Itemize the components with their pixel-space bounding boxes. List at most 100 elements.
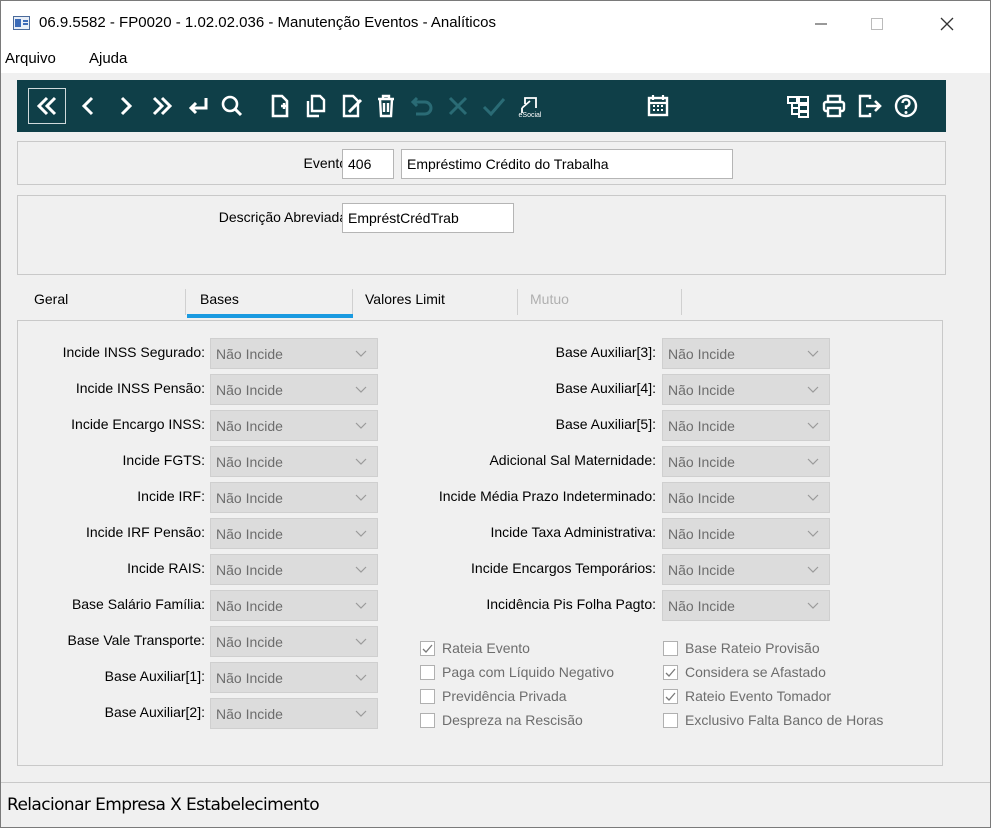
checkbox-box[interactable] (420, 689, 435, 704)
search-icon (221, 95, 243, 117)
chevron-down-icon (355, 350, 367, 357)
structure-icon (787, 96, 809, 118)
checkbox-box[interactable] (663, 713, 678, 728)
select-incide-taxa-administrativa[interactable]: Não Incide (662, 518, 830, 549)
field-label-base-auxiliar-5: Base Auxiliar[5]: (555, 416, 656, 432)
checkbox-base-rateio-provisao[interactable]: Base Rateio Provisão (663, 640, 923, 660)
minimize-icon (815, 23, 827, 25)
tab-mutuo[interactable]: Mutuo (530, 291, 569, 307)
new-button[interactable] (263, 89, 297, 123)
copy-button[interactable] (299, 89, 333, 123)
checkbox-considera-se-afastado[interactable]: Considera se Afastado (663, 664, 923, 684)
undo-button[interactable] (405, 89, 439, 123)
maximize-icon (871, 18, 883, 30)
checkbox-box[interactable] (420, 713, 435, 728)
checkbox-despreza-na-rescisao[interactable]: Despreza na Rescisão (420, 712, 680, 732)
checkbox-box[interactable] (663, 665, 678, 680)
select-adicional-sal-maternidade[interactable]: Não Incide (662, 446, 830, 477)
select-incide-irf[interactable]: Não Incide (210, 482, 378, 513)
checkbox-previdencia-privada[interactable]: Previdência Privada (420, 688, 680, 708)
field-label-incide-inss-pensao: Incide INSS Pensão: (75, 380, 205, 396)
exit-button[interactable] (853, 89, 887, 123)
print-button[interactable] (817, 89, 851, 123)
previous-button[interactable] (72, 89, 106, 123)
next-button[interactable] (108, 89, 142, 123)
checkbox-box[interactable] (663, 641, 678, 656)
maximize-button[interactable] (854, 1, 900, 47)
checkbox-paga-com-liquido-negativo[interactable]: Paga com Líquido Negativo (420, 664, 680, 684)
help-icon (894, 94, 918, 118)
calendar-button[interactable] (641, 89, 675, 123)
checkbox-box[interactable] (420, 665, 435, 680)
checkbox-exclusivo-falta-banco-de-horas[interactable]: Exclusivo Falta Banco de Horas (663, 712, 923, 732)
checkbox-label: Paga com Líquido Negativo (442, 664, 614, 680)
select-incide-rais[interactable]: Não Incide (210, 554, 378, 585)
checkbox-rateio-evento-tomador[interactable]: Rateio Evento Tomador (663, 688, 923, 708)
structure-button[interactable] (781, 89, 815, 123)
help-button[interactable] (889, 89, 923, 123)
return-button[interactable] (181, 89, 215, 123)
evento-name-field[interactable]: Empréstimo Crédito do Trabalha (401, 149, 733, 179)
select-value: Não Incide (668, 454, 735, 470)
confirm-button[interactable] (477, 89, 511, 123)
checkbox-label: Exclusivo Falta Banco de Horas (685, 712, 884, 728)
select-base-vale-transporte[interactable]: Não Incide (210, 626, 378, 657)
checkmark-icon (422, 644, 433, 653)
minimize-button[interactable] (798, 1, 844, 47)
delete-icon (378, 94, 394, 118)
select-value: Não Incide (668, 346, 735, 362)
confirm-icon (482, 98, 506, 117)
select-incide-encargos-temporarios[interactable]: Não Incide (662, 554, 830, 585)
checkbox-box[interactable] (420, 641, 435, 656)
status-bar: Relacionar Empresa X Estabelecimento (1, 782, 990, 827)
select-incidencia-pis-folha-pagto[interactable]: Não Incide (662, 590, 830, 621)
select-incide-encargo-inss[interactable]: Não Incide (210, 410, 378, 441)
select-base-auxiliar-4[interactable]: Não Incide (662, 374, 830, 405)
select-base-auxiliar-2[interactable]: Não Incide (210, 698, 378, 729)
select-value: Não Incide (216, 418, 283, 434)
tab-geral[interactable]: Geral (34, 291, 68, 307)
select-incide-inss-segurado[interactable]: Não Incide (210, 338, 378, 369)
evento-code-field[interactable]: 406 (342, 149, 394, 179)
select-base-auxiliar-5[interactable]: Não Incide (662, 410, 830, 441)
tab-valores-limit[interactable]: Valores Limit (365, 291, 445, 307)
esocial-icon: eSocial (519, 97, 542, 119)
chevron-down-icon (807, 530, 819, 537)
select-value: Não Incide (216, 526, 283, 542)
select-base-auxiliar-3[interactable]: Não Incide (662, 338, 830, 369)
window-title: 06.9.5582 - FP0020 - 1.02.02.036 - Manut… (39, 14, 496, 31)
select-incide-irf-pensao[interactable]: Não Incide (210, 518, 378, 549)
toolbar: eSocial (17, 80, 946, 132)
select-base-salario-familia[interactable]: Não Incide (210, 590, 378, 621)
search-button[interactable] (215, 89, 249, 123)
tab-separator (352, 289, 353, 315)
menu-ajuda[interactable]: Ajuda (89, 50, 127, 67)
close-button[interactable] (924, 1, 970, 47)
cancel-button[interactable] (441, 89, 475, 123)
checkbox-label: Rateia Evento (442, 640, 530, 656)
select-incide-media-prazo-indeterminado[interactable]: Não Incide (662, 482, 830, 513)
menu-arquivo[interactable]: Arquivo (5, 50, 56, 67)
tab-bases[interactable]: Bases (200, 291, 239, 307)
tab-separator (185, 289, 186, 315)
first-record-button[interactable] (28, 88, 66, 124)
last-record-button[interactable] (145, 89, 179, 123)
descricao-field[interactable]: EmpréstCrédTrab (342, 203, 514, 233)
chevron-down-icon (355, 494, 367, 501)
select-base-auxiliar-1[interactable]: Não Incide (210, 662, 378, 693)
select-value: Não Incide (216, 706, 283, 722)
delete-button[interactable] (369, 89, 403, 123)
select-incide-inss-pensao[interactable]: Não Incide (210, 374, 378, 405)
tab-separator (681, 289, 682, 315)
menu-bar: Arquivo Ajuda (1, 47, 990, 73)
select-value: Não Incide (668, 490, 735, 506)
edit-button[interactable] (335, 89, 369, 123)
checkbox-rateia-evento[interactable]: Rateia Evento (420, 640, 680, 660)
chevron-down-icon (355, 422, 367, 429)
field-label-base-vale-transporte: Base Vale Transporte: (67, 632, 205, 648)
checkbox-box[interactable] (663, 689, 678, 704)
chevron-down-icon (355, 530, 367, 537)
esocial-button[interactable]: eSocial (513, 89, 547, 123)
first-record-icon (36, 96, 57, 116)
select-incide-fgts[interactable]: Não Incide (210, 446, 378, 477)
